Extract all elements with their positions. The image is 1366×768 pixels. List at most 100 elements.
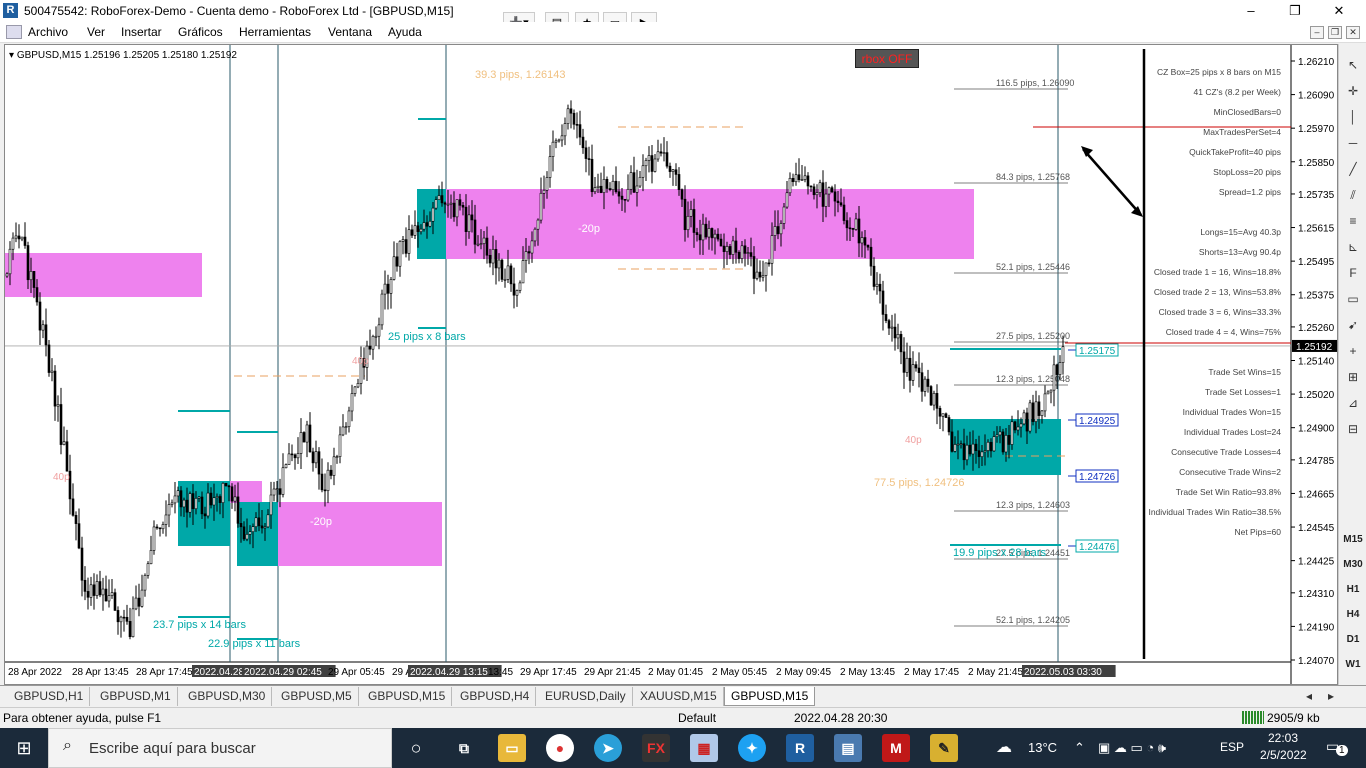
tf-h4-button[interactable]: H4 (1342, 604, 1364, 626)
stats-line: Consecutive Trade Wins=2 (1179, 467, 1281, 477)
cortana-icon[interactable]: ○ (402, 734, 430, 762)
trendline-icon[interactable]: ╱ (1342, 158, 1364, 180)
tab-gbpusd-m1[interactable]: GBPUSD,M1 (94, 687, 178, 706)
twitter-icon[interactable]: ✦ (738, 734, 766, 762)
tf-w1-button[interactable]: W1 (1342, 654, 1364, 676)
tab-gbpusd-m5[interactable]: GBPUSD,M5 (275, 687, 359, 706)
telegram-icon[interactable]: ➤ (594, 734, 622, 762)
chrome-icon[interactable]: ● (546, 734, 574, 762)
diagonal-arrow-line (1082, 148, 1142, 216)
candle-body (1052, 364, 1056, 391)
candle-body (719, 238, 723, 247)
candle-body (836, 200, 840, 203)
tab-gbpusd-m30[interactable]: GBPUSD,M30 (182, 687, 273, 706)
weather-icon[interactable]: ☁ (996, 737, 1012, 757)
menu-ayuda[interactable]: Ayuda (388, 25, 422, 39)
candle-body (77, 523, 81, 549)
mdi-restore-button[interactable]: ❐ (1328, 26, 1342, 39)
horizontal-line-icon[interactable]: ─ (1342, 132, 1364, 154)
close-button[interactable]: ✕ (1316, 2, 1362, 20)
tf-m15-button[interactable]: M15 (1342, 529, 1364, 551)
tab-gbpusd-h4[interactable]: GBPUSD,H4 (454, 687, 537, 706)
candle-body (563, 123, 567, 137)
crosshair-small-icon[interactable]: + (1342, 340, 1364, 362)
candle-body (575, 124, 579, 126)
candle-body (785, 192, 789, 208)
trading-app-icon[interactable]: ▦ (690, 734, 718, 762)
tab-eurusd-daily[interactable]: EURUSD,Daily (539, 687, 633, 706)
tf-m30-button[interactable]: M30 (1342, 554, 1364, 576)
object-list-icon[interactable]: ⊟ (1342, 418, 1364, 440)
rbox-toggle-button[interactable]: rbox OFF (855, 49, 919, 68)
price-tick-label: 1.24310 (1298, 589, 1335, 600)
task-view-icon[interactable]: ⧉ (450, 734, 478, 762)
candle-body (257, 517, 261, 527)
fx-app-icon[interactable]: FX (642, 734, 670, 762)
fib-icon[interactable]: ≡ (1342, 210, 1364, 232)
candle-body (314, 451, 318, 464)
menu-archivo[interactable]: Archivo (28, 25, 68, 39)
candle-body (167, 504, 171, 516)
temperature-text[interactable]: 13°C (1028, 740, 1057, 755)
arrow-icon[interactable]: ➹ (1342, 314, 1364, 336)
tf-d1-button[interactable]: D1 (1342, 629, 1364, 651)
stats-line: Individual Trades Won=15 (1183, 407, 1282, 417)
menu-ventana[interactable]: Ventana (328, 25, 372, 39)
candle-body (995, 434, 999, 437)
minimize-button[interactable]: – (1228, 2, 1274, 20)
file-explorer-icon[interactable]: ▭ (498, 734, 526, 762)
candle-body (197, 496, 201, 499)
menu-insertar[interactable]: Insertar (121, 25, 162, 39)
gann-icon[interactable]: ⊾ (1342, 236, 1364, 258)
candle-body (572, 112, 576, 125)
menu-herramientas[interactable]: Herramientas (239, 25, 311, 39)
candle-body (269, 494, 273, 516)
candle-body (161, 524, 165, 530)
stats-line: CZ Box=25 pips x 8 bars on M15 (1157, 67, 1281, 77)
maximize-button[interactable]: ❐ (1272, 2, 1318, 20)
chart-area[interactable]: 1.26210 1.26090 1.25970 1.25850 1.25735 1.256… (4, 44, 1338, 685)
indicator-icon[interactable]: ⊞ (1342, 366, 1364, 388)
clock-time[interactable]: 22:03 (1268, 731, 1298, 745)
start-button[interactable]: ⊞ (0, 728, 48, 768)
pip-level-label: 116.5 pips, 1.26090 (996, 78, 1074, 88)
taskbar-search[interactable]: ⌕ Escribe aquí para buscar (48, 728, 392, 768)
price-chart[interactable]: 1.26210 1.26090 1.25970 1.25850 1.25735 1.256… (5, 45, 1338, 685)
tray-expand-icon[interactable]: ⌃ (1074, 740, 1085, 756)
document-icon[interactable] (6, 25, 22, 39)
shapes-icon[interactable]: ▭ (1342, 288, 1364, 310)
roboforex-icon[interactable]: R (786, 734, 814, 762)
candle-body (239, 523, 243, 528)
candle-body (962, 443, 966, 461)
candle-body (536, 219, 540, 230)
tab-gbpusd-h1[interactable]: GBPUSD,H1 (8, 687, 91, 706)
menu-ver[interactable]: Ver (87, 25, 105, 39)
crosshair-icon[interactable]: ✛ (1342, 80, 1364, 102)
tab-scroll-left-icon[interactable]: ◂ (1300, 687, 1318, 706)
clock-date[interactable]: 2/5/2022 (1260, 748, 1307, 762)
menu-graficos[interactable]: Gráficos (178, 25, 223, 39)
notes-app-icon[interactable]: ✎ (930, 734, 958, 762)
candle-body (89, 584, 93, 598)
calculator-icon[interactable]: ▤ (834, 734, 862, 762)
language-indicator[interactable]: ESP (1220, 740, 1244, 754)
text-icon[interactable]: F (1342, 262, 1364, 284)
candle-body (305, 424, 309, 443)
stats-line: StopLoss=20 pips (1213, 167, 1281, 177)
channel-icon[interactable]: ⫽ (1342, 184, 1364, 206)
tray-network-icons[interactable]: ▣ ☁ ▭ ◔ 🕪 (1098, 740, 1166, 756)
candle-body (707, 228, 711, 238)
tf-h1-button[interactable]: H1 (1342, 579, 1364, 601)
cursor-icon[interactable]: ↖ (1342, 54, 1364, 76)
oscillator-icon[interactable]: ⊿ (1342, 392, 1364, 414)
tab-scroll-right-icon[interactable]: ▸ (1322, 687, 1340, 706)
vertical-line-icon[interactable]: │ (1342, 106, 1364, 128)
tab-xauusd-m15[interactable]: XAUUSD,M15 (634, 687, 724, 706)
mdi-close-button[interactable]: ✕ (1346, 26, 1360, 39)
stats-line: Trade Set Win Ratio=93.8% (1176, 487, 1282, 497)
mcafee-icon[interactable]: M (882, 734, 910, 762)
tab-gbpusd-m15-active[interactable]: GBPUSD,M15 (724, 687, 816, 706)
candle-body (689, 209, 693, 217)
mdi-minimize-button[interactable]: – (1310, 26, 1324, 39)
tab-gbpusd-m15-a[interactable]: GBPUSD,M15 (362, 687, 453, 706)
